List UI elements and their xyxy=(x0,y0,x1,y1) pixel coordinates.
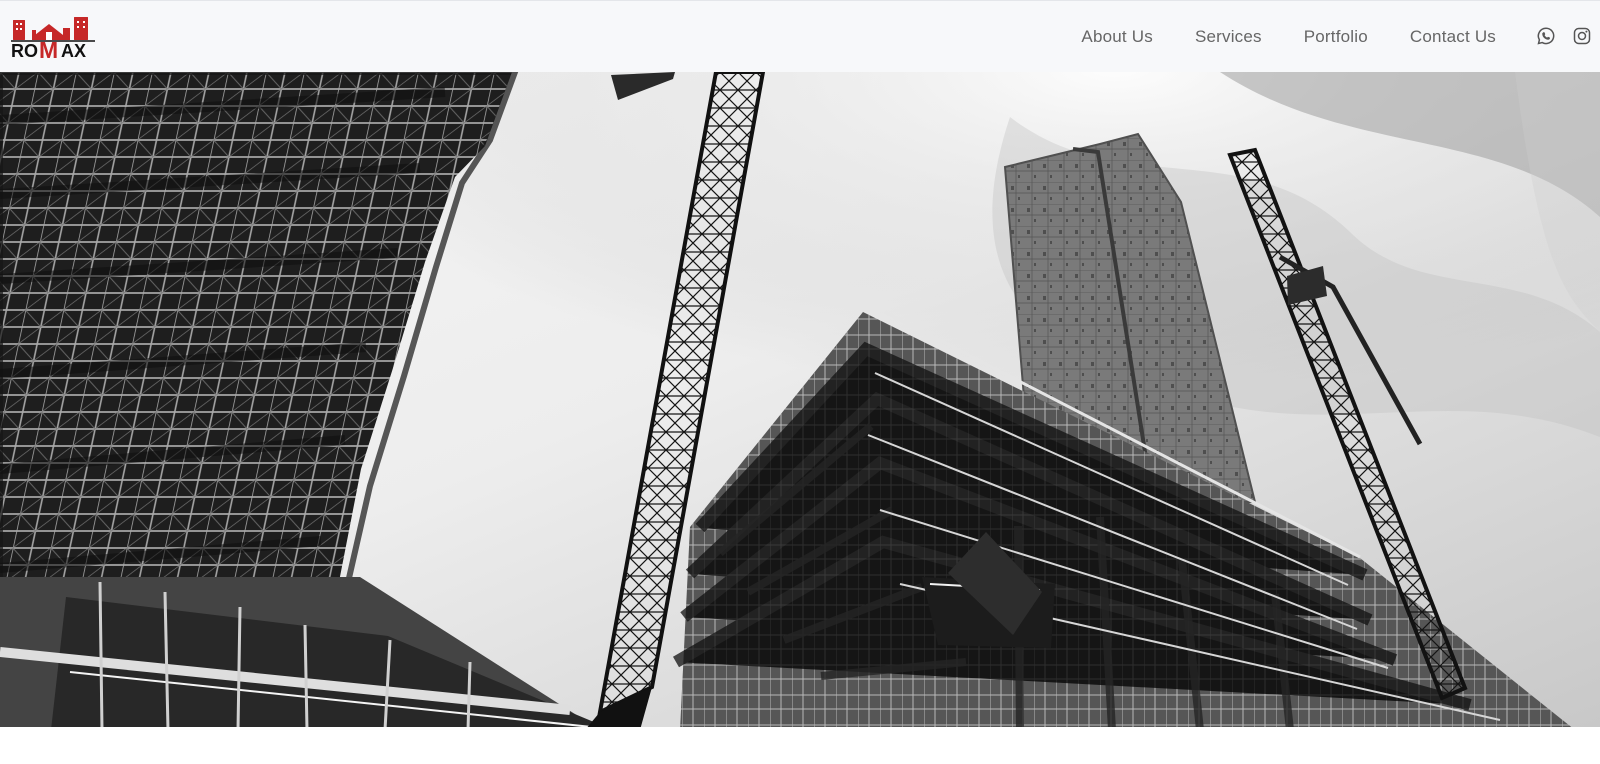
construction-site-image xyxy=(0,72,1600,730)
page-content-start xyxy=(0,730,1600,764)
nav-link-about-us[interactable]: About Us xyxy=(1081,27,1153,47)
nav-link-portfolio[interactable]: Portfolio xyxy=(1304,27,1368,47)
main-navigation: About Us Services Portfolio Contact Us xyxy=(1081,1,1496,73)
hero-section xyxy=(0,72,1600,730)
instagram-icon[interactable] xyxy=(1572,26,1592,46)
logo-text-m: M xyxy=(39,37,58,61)
whatsapp-icon[interactable] xyxy=(1536,26,1556,46)
romax-logo[interactable]: RO M AX xyxy=(10,15,96,61)
social-links xyxy=(1536,26,1592,46)
logo-text-ro: RO xyxy=(11,41,38,61)
nav-link-services[interactable]: Services xyxy=(1195,27,1262,47)
nav-link-contact-us[interactable]: Contact Us xyxy=(1410,27,1496,47)
romax-logo-icon: RO M AX xyxy=(11,17,95,61)
logo-text-ax: AX xyxy=(61,41,86,61)
top-navbar: RO M AX About Us Services Portfolio Cont… xyxy=(0,0,1600,72)
